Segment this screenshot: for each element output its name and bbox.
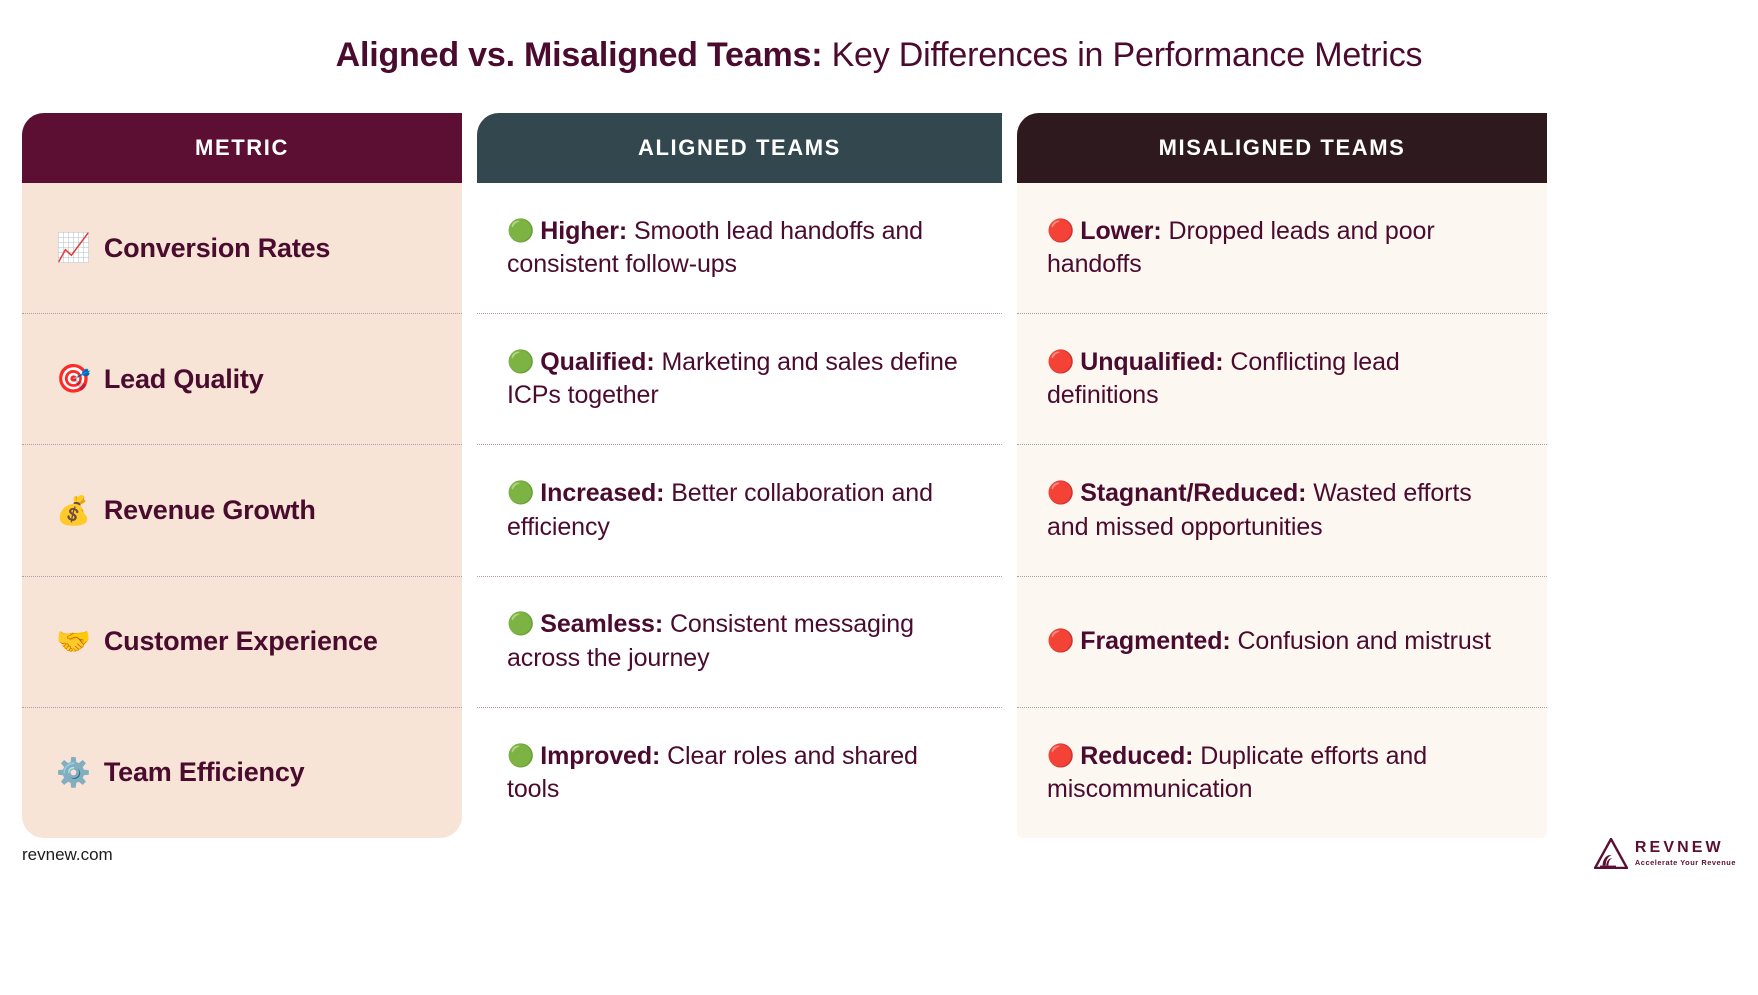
title-bold-part: Aligned vs. Misaligned Teams:	[335, 36, 823, 74]
metric-label: Conversion Rates	[103, 232, 331, 263]
column-aligned-teams: ALIGNED TEAMS 🟢 Higher: Smooth lead hando…	[477, 113, 1002, 838]
table-row: 🟢 Qualified: Marketing and sales define I…	[477, 313, 1002, 444]
value-label: Higher:	[540, 216, 628, 245]
page-title: Aligned vs. Misaligned Teams: Key Differ…	[0, 36, 1758, 75]
aligned-value: 🟢 Increased: Better collaboration and eff…	[507, 477, 972, 544]
value-label: Qualified:	[540, 348, 655, 377]
table-row: 🤝 Customer Experience	[22, 575, 462, 707]
aligned-value: 🟢 Higher: Smooth lead handoffs and consis…	[507, 215, 972, 282]
red-circle-icon: 🔴	[1047, 218, 1075, 244]
value-label: Reduced:	[1080, 741, 1194, 770]
value-label: Unqualified:	[1080, 348, 1224, 377]
metric-label: Customer Experience	[103, 626, 378, 657]
green-circle-icon: 🟢	[507, 612, 535, 638]
revnew-triangle-wave-icon	[1593, 838, 1628, 869]
revnew-tagline: Accelerate Your Revenue	[1634, 858, 1736, 868]
column-header-aligned-teams: ALIGNED TEAMS	[477, 113, 1002, 183]
column-gap	[462, 113, 477, 838]
column-header-metric: METRIC	[22, 113, 462, 183]
value-label: Increased:	[540, 479, 665, 508]
value-label: Lower:	[1080, 216, 1162, 245]
column-body-metric: 📈 Conversion Rates 🎯 Lead Quality 💰 Reve…	[22, 183, 462, 838]
column-header-misaligned-teams: MISALIGNED TEAMS	[1017, 113, 1547, 183]
target-icon: 🎯	[56, 362, 91, 396]
aligned-value: 🟢 Qualified: Marketing and sales define I…	[507, 346, 972, 413]
misaligned-value: 🔴 Lower: Dropped leads and poor handoffs	[1047, 215, 1517, 282]
revnew-wordmark: REVNEW	[1634, 839, 1724, 857]
metric-label: Lead Quality	[103, 363, 264, 394]
infographic-page: Aligned vs. Misaligned Teams: Key Differ…	[0, 0, 1758, 995]
table-row: ⚙️ Team Efficiency	[22, 706, 462, 838]
revnew-logo-text: REVNEW Accelerate Your Revenue	[1634, 839, 1736, 868]
column-body-aligned-teams: 🟢 Higher: Smooth lead handoffs and consis…	[477, 183, 1002, 838]
handshake-icon: 🤝	[56, 624, 91, 658]
red-circle-icon: 🔴	[1047, 481, 1075, 507]
column-misaligned-teams: MISALIGNED TEAMS 🔴 Lower: Dropped leads a…	[1017, 113, 1547, 838]
gear-icon: ⚙️	[56, 755, 91, 789]
aligned-value: 🟢 Improved: Clear roles and shared tools	[507, 740, 972, 807]
table-row: 🔴 Fragmented: Confusion and mistrust	[1017, 575, 1547, 707]
value-label: Seamless:	[540, 610, 664, 639]
green-circle-icon: 🟢	[507, 218, 535, 244]
revnew-logo: REVNEW Accelerate Your Revenue	[1593, 838, 1736, 869]
red-circle-icon: 🔴	[1047, 350, 1075, 376]
green-circle-icon: 🟢	[507, 481, 535, 507]
chart-increasing-icon: 📈	[56, 231, 91, 265]
footer-website-url: revnew.com	[22, 845, 113, 864]
metric-label: Revenue Growth	[103, 495, 316, 525]
misaligned-value: 🔴 Stagnant/Reduced: Wasted efforts and mi…	[1047, 477, 1517, 544]
misaligned-value: 🔴 Reduced: Duplicate efforts and miscommu…	[1047, 740, 1517, 807]
money-bag-icon: 💰	[56, 493, 91, 527]
red-circle-icon: 🔴	[1047, 743, 1075, 769]
table-row: 🎯 Lead Quality	[22, 313, 462, 444]
metric-label: Team Efficiency	[103, 757, 305, 788]
table-row: 💰 Revenue Growth	[22, 444, 462, 575]
green-circle-icon: 🟢	[507, 743, 535, 769]
table-row: 🔴 Lower: Dropped leads and poor handoffs	[1017, 183, 1547, 313]
value-description: Confusion and mistrust	[1230, 627, 1491, 656]
misaligned-value: 🔴 Fragmented: Confusion and mistrust	[1047, 625, 1491, 658]
column-gap	[1002, 113, 1017, 838]
value-label: Fragmented:	[1080, 627, 1231, 656]
comparison-table: METRIC 📈 Conversion Rates 🎯 Lead Quality	[22, 113, 1736, 838]
value-label: Stagnant/Reduced:	[1080, 479, 1307, 508]
table-row: 🟢 Higher: Smooth lead handoffs and consis…	[477, 183, 1002, 313]
misaligned-value: 🔴 Unqualified: Conflicting lead definitio…	[1047, 346, 1517, 413]
aligned-value: 🟢 Seamless: Consistent messaging across t…	[507, 608, 972, 675]
table-row: 🔴 Reduced: Duplicate efforts and miscommu…	[1017, 706, 1547, 838]
table-row: 🟢 Improved: Clear roles and shared tools	[477, 706, 1002, 838]
table-row: 🟢 Increased: Better collaboration and eff…	[477, 444, 1002, 575]
table-row: 📈 Conversion Rates	[22, 183, 462, 313]
column-body-misaligned-teams: 🔴 Lower: Dropped leads and poor handoffs …	[1017, 183, 1547, 838]
title-regular-part: Key Differences in Performance Metrics	[822, 36, 1423, 74]
red-circle-icon: 🔴	[1047, 629, 1075, 655]
value-label: Improved:	[540, 741, 661, 770]
green-circle-icon: 🟢	[507, 350, 535, 376]
table-row: 🔴 Stagnant/Reduced: Wasted efforts and mi…	[1017, 444, 1547, 575]
table-row: 🔴 Unqualified: Conflicting lead definitio…	[1017, 313, 1547, 444]
table-row: 🟢 Seamless: Consistent messaging across t…	[477, 575, 1002, 707]
column-metric: METRIC 📈 Conversion Rates 🎯 Lead Quality	[22, 113, 462, 838]
